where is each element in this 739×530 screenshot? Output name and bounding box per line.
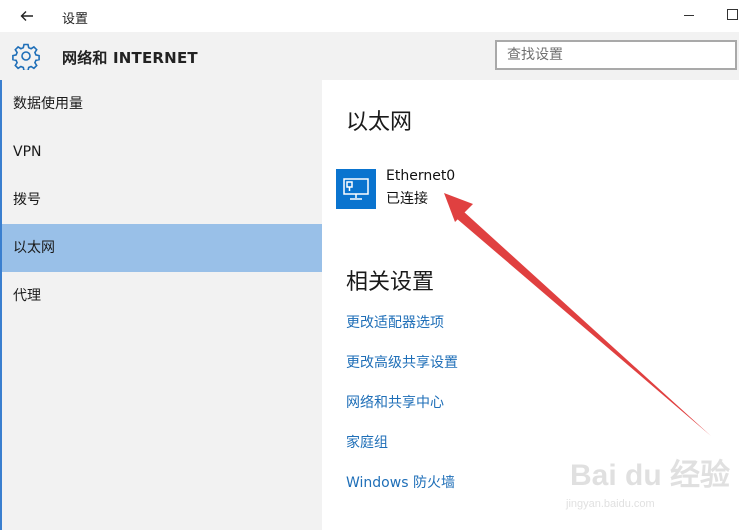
sidebar: 数据使用量 VPN 拨号 以太网 代理: [0, 80, 322, 530]
link-adapter-options[interactable]: 更改适配器选项: [346, 312, 444, 332]
adapter-name: Ethernet0: [386, 168, 456, 184]
sidebar-item-label: 以太网: [13, 240, 55, 256]
window-title: 设置: [62, 12, 89, 27]
sidebar-item-label: VPN: [13, 144, 42, 160]
adapter-status: 已连接: [386, 191, 428, 207]
sidebar-item-ethernet[interactable]: 以太网: [0, 224, 322, 272]
sidebar-item-dial-up[interactable]: 拨号: [0, 176, 322, 224]
title-bar: 设置: [0, 0, 739, 32]
sidebar-item-label: 代理: [13, 288, 41, 304]
gear-icon: [12, 43, 40, 70]
back-arrow-icon: [20, 11, 33, 21]
search-input[interactable]: [495, 40, 737, 70]
link-homegroup[interactable]: 家庭组: [346, 432, 388, 452]
page-title: 网络和 INTERNET: [62, 49, 198, 67]
link-firewall[interactable]: Windows 防火墙: [346, 472, 455, 492]
baidu-watermark: Bai du 经验 jingyan.baidu.com: [566, 448, 734, 526]
ethernet-adapter[interactable]: Ethernet0 已连接: [336, 166, 576, 214]
sidebar-item-data-usage[interactable]: 数据使用量: [0, 80, 322, 128]
section-title-related: 相关设置: [346, 270, 435, 295]
link-sharing-center[interactable]: 网络和共享中心: [346, 392, 444, 412]
sidebar-item-proxy[interactable]: 代理: [0, 272, 322, 320]
watermark-url: jingyan.baidu.com: [566, 498, 655, 510]
minimize-button[interactable]: [684, 15, 694, 16]
watermark-text: Bai du 经验: [570, 459, 731, 492]
back-button[interactable]: [14, 4, 40, 28]
settings-header: 网络和 INTERNET: [0, 32, 739, 80]
sidebar-item-label: 数据使用量: [13, 96, 83, 112]
window-edge: [0, 80, 2, 530]
link-advanced-sharing[interactable]: 更改高级共享设置: [346, 352, 458, 372]
sidebar-item-label: 拨号: [13, 192, 41, 208]
monitor-network-icon: [336, 169, 376, 209]
maximize-button[interactable]: [727, 9, 738, 20]
section-title-ethernet: 以太网: [346, 110, 413, 135]
sidebar-item-vpn[interactable]: VPN: [0, 128, 322, 176]
